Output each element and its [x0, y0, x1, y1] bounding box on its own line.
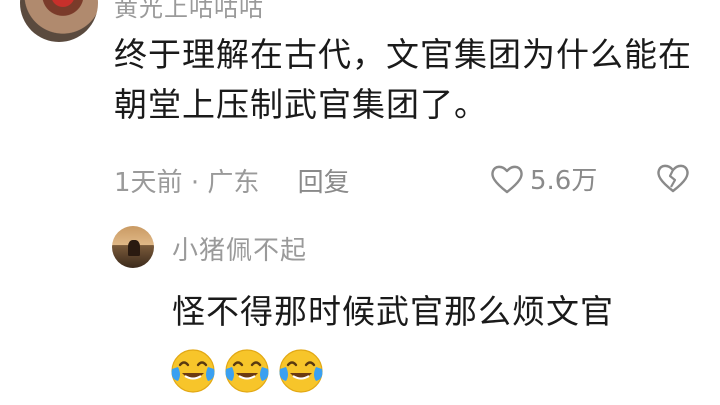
comment-meta: 1天前 · 广东 回复 [114, 162, 350, 199]
reply-username[interactable]: 小猪佩不起 [172, 230, 307, 267]
comment-location: 广东 [207, 168, 260, 198]
emoji-row [168, 345, 326, 395]
broken-heart-icon[interactable] [656, 163, 690, 193]
comment-thread: 黄光上咕咕咕 终于理解在古代，文官集团为什么能在朝堂上压制武官集团了。 1天前 … [0, 0, 720, 405]
comment-username[interactable]: 黄光上咕咕咕 [114, 0, 264, 23]
crying-laughing-emoji [171, 349, 215, 393]
heart-outline-icon [491, 165, 523, 193]
meta-separator: · [190, 168, 200, 198]
like-count: 5.6万 [530, 166, 598, 196]
comment-text: 终于理解在古代，文官集团为什么能在朝堂上压制武官集团了。 [114, 35, 692, 124]
reply-text: 怪不得那时候武官那么烦文官 [172, 292, 614, 331]
comment-time: 1天前 [114, 168, 183, 198]
reply-button[interactable]: 回复 [298, 168, 350, 198]
reply-avatar[interactable] [112, 226, 154, 268]
crying-laughing-emoji [225, 349, 269, 393]
avatar[interactable] [20, 0, 98, 42]
like-button[interactable]: 5.6万 [490, 160, 597, 197]
crying-laughing-emoji [279, 349, 323, 393]
